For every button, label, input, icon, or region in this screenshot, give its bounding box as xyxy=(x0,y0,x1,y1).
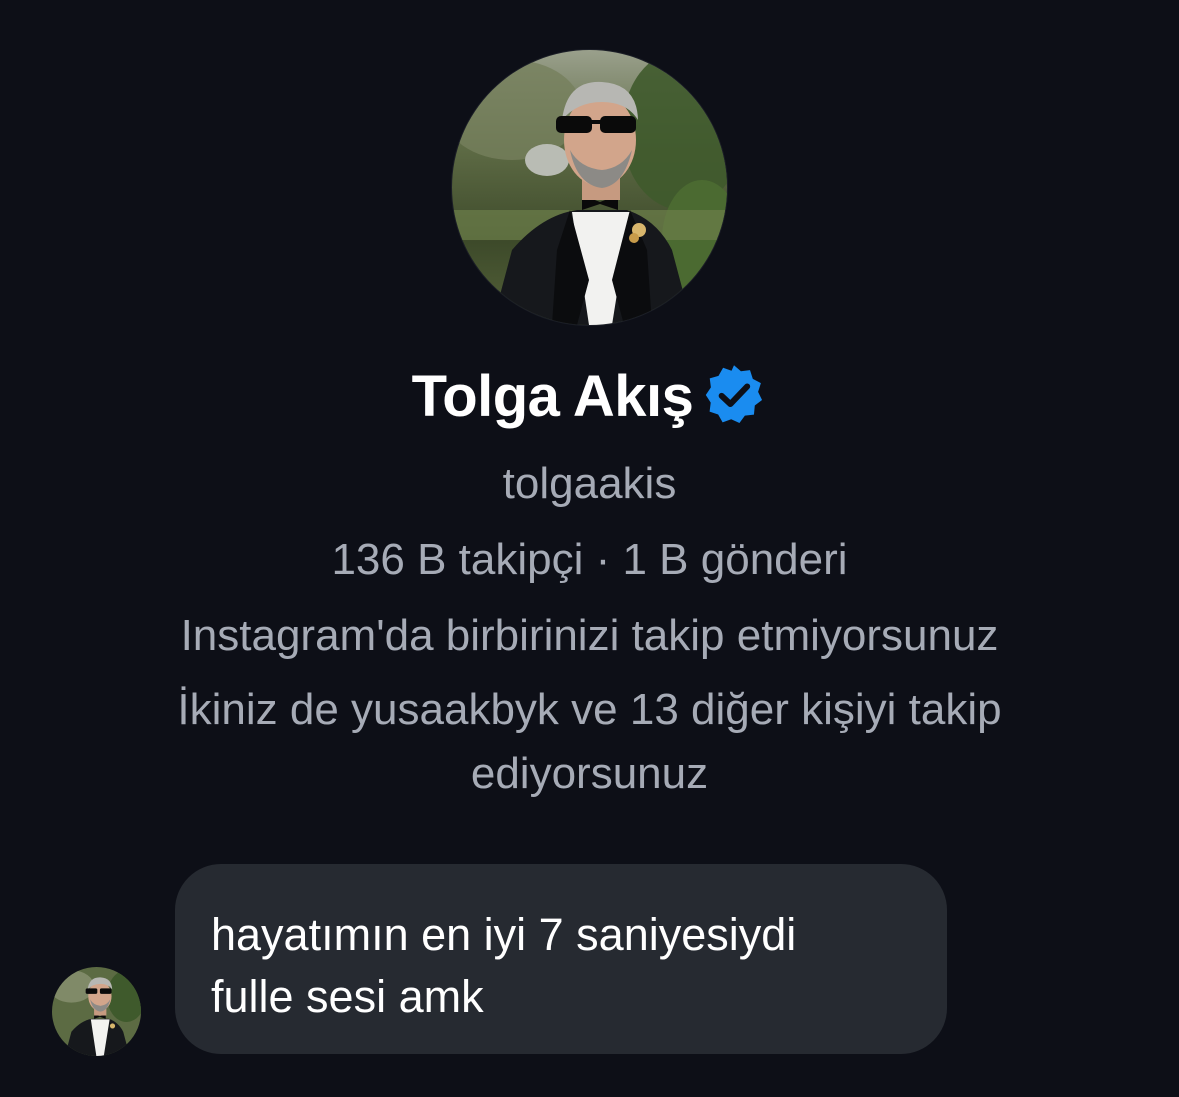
message-row: hayatımın en iyi 7 saniyesiydi fulle ses… xyxy=(0,860,1179,1060)
profile-avatar[interactable] xyxy=(452,50,727,325)
message-line-1: hayatımın en iyi 7 saniyesiydi xyxy=(211,909,797,960)
sender-avatar-photo xyxy=(52,967,141,1056)
message-line-2: fulle sesi amk xyxy=(211,971,484,1022)
display-name-row: Tolga Akış xyxy=(0,357,1179,437)
message-text: hayatımın en iyi 7 saniyesiydi fulle ses… xyxy=(211,904,911,1028)
mutual-followers-line-2: ediyorsunuz xyxy=(470,749,709,798)
display-name: Tolga Akış xyxy=(411,364,694,429)
mutual-followers-line-1: İkiniz de yusaakbyk ve 13 diğer kişiyi t… xyxy=(177,685,1002,734)
profile-stats: 136 B takipçi · 1 B gönderi xyxy=(331,535,848,584)
username: tolgaakis xyxy=(502,459,677,508)
message-bubble[interactable]: hayatımın en iyi 7 saniyesiydi fulle ses… xyxy=(175,864,947,1054)
avatar-photo xyxy=(452,50,727,325)
verified-badge-icon xyxy=(706,365,763,424)
sender-avatar[interactable] xyxy=(52,967,141,1056)
follow-status: Instagram'da birbirinizi takip etmiyorsu… xyxy=(180,611,999,660)
